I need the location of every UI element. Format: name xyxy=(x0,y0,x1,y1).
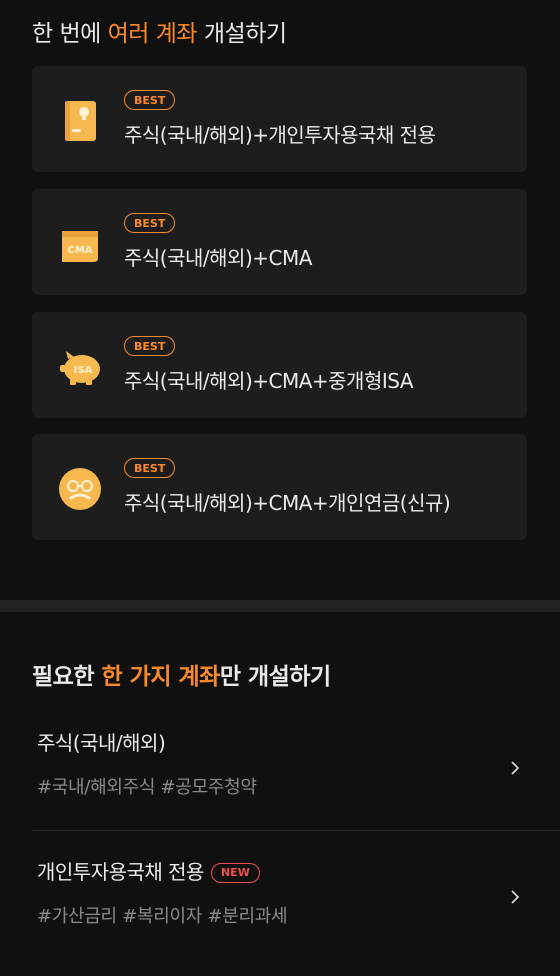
best-badge: BEST xyxy=(124,213,176,233)
bundle-card-label: 주식(국내/해외)+CMA xyxy=(124,246,312,270)
bundle-section-title: 한 번에 여러 계좌 개설하기 xyxy=(32,14,287,48)
account-name-row: 개인투자용국채 전용 NEW xyxy=(37,856,260,885)
new-badge: NEW xyxy=(210,863,260,883)
single-account-bond[interactable]: 개인투자용국채 전용 NEW #가산금리 #복리이자 #분리과세 xyxy=(0,856,560,976)
title-suffix: 개설하기 xyxy=(197,21,287,47)
cma-icon: CMA xyxy=(62,231,98,262)
single-section-title: 필요한 한 가지 계좌만 개설하기 xyxy=(32,657,331,691)
title-accent: 여러 계좌 xyxy=(107,21,198,47)
isa-icon-text: ISA xyxy=(74,365,93,376)
bundle-card-label: 주식(국내/해외)+CMA+개인연금(신규) xyxy=(124,491,451,515)
bundle-card-stock-bond[interactable]: BEST 주식(국내/해외)+개인투자용국채 전용 xyxy=(32,66,527,172)
title-accent: 한 가지 계좌 xyxy=(101,664,221,690)
cma-icon-text: CMA xyxy=(67,245,92,256)
single-account-stock[interactable]: 주식(국내/해외) #국내/해외주식 #공모주청약 xyxy=(0,727,560,847)
best-badge: BEST xyxy=(124,90,176,110)
bond-book-icon xyxy=(65,101,96,141)
list-separator xyxy=(32,830,560,831)
bundle-card-label: 주식(국내/해외)+CMA+중개형ISA xyxy=(124,369,414,393)
title-prefix: 한 번에 xyxy=(32,21,108,47)
piggy-bank-isa-icon: ISA xyxy=(60,351,100,385)
chevron-right-icon xyxy=(511,761,520,775)
section-divider xyxy=(0,600,560,612)
chevron-right-icon xyxy=(511,890,520,904)
bundle-card-stock-cma[interactable]: CMA BEST 주식(국내/해외)+CMA xyxy=(32,189,527,295)
title-suffix: 만 개설하기 xyxy=(219,664,331,690)
bundle-card-stock-cma-pension[interactable]: BEST 주식(국내/해외)+CMA+개인연금(신규) xyxy=(32,434,527,540)
account-name: 주식(국내/해외) xyxy=(37,731,166,755)
account-tags: #국내/해외주식 #공모주청약 xyxy=(37,777,257,798)
pension-face-icon xyxy=(59,468,101,510)
bundle-card-label: 주식(국내/해외)+개인투자용국채 전용 xyxy=(124,123,436,147)
best-badge: BEST xyxy=(124,336,176,356)
title-prefix: 필요한 xyxy=(32,664,102,690)
best-badge: BEST xyxy=(124,458,176,478)
bundle-card-stock-cma-isa[interactable]: ISA BEST 주식(국내/해외)+CMA+중개형ISA xyxy=(32,312,527,418)
account-tags: #가산금리 #복리이자 #분리과세 xyxy=(37,906,288,927)
account-name: 개인투자용국채 전용 xyxy=(37,860,204,884)
